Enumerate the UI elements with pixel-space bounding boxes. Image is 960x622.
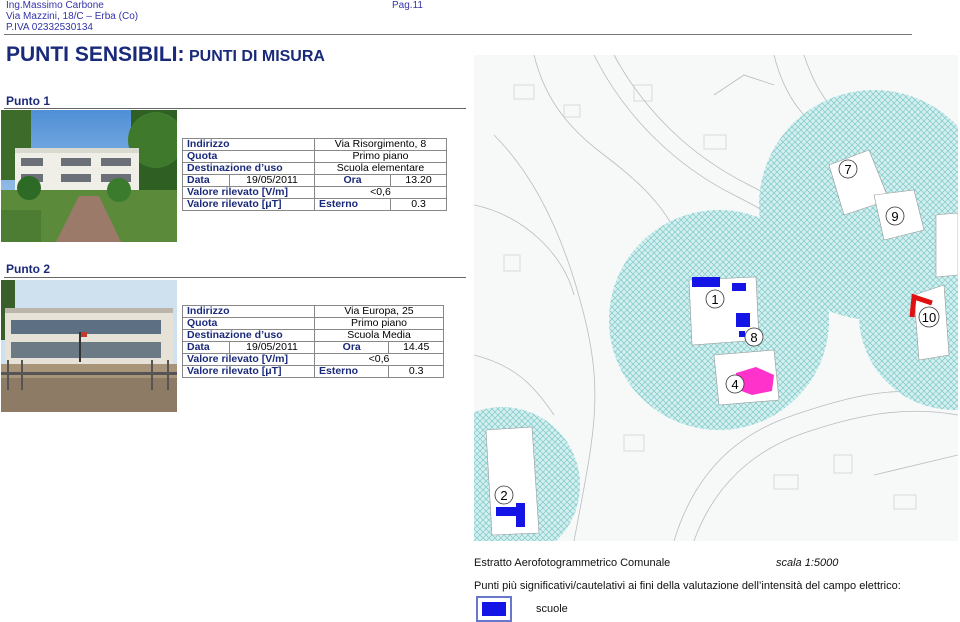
header-divider	[4, 34, 912, 35]
map-marker-4: 4	[731, 377, 738, 392]
map-extract: 7 9 1 8 10 4 2	[474, 55, 958, 541]
punto-2-table: Indirizzo Via Europa, 25 Quota Primo pia…	[182, 305, 444, 378]
destinazione-value: Scuola Media	[314, 329, 444, 342]
quota-value: Primo piano	[314, 317, 444, 330]
school-block	[692, 277, 720, 287]
page-title-sub: PUNTI DI MISURA	[188, 48, 325, 65]
school-block	[739, 331, 745, 337]
valore-ut-where: Esterno	[313, 198, 392, 211]
valore-ut-label: Valore rilevato [μT]	[182, 365, 315, 378]
map-marker-7: 7	[844, 162, 851, 177]
destinazione-label: Destinazione d’uso	[182, 162, 315, 175]
indirizzo-label: Indirizzo	[182, 305, 315, 318]
valore-vm-label: Valore rilevato [V/m]	[182, 353, 315, 366]
map-canvas: 7 9 1 8 10 4 2	[474, 55, 958, 541]
map-marker-8: 8	[750, 330, 757, 345]
punto-2-heading: Punto 2	[6, 262, 50, 276]
indirizzo-value: Via Risorgimento, 8	[314, 138, 447, 151]
map-source: Estratto Aerofotogrammetrico Comunale	[474, 557, 671, 569]
school-block	[736, 313, 750, 327]
page-title-main: PUNTI SENSIBILI:	[6, 43, 185, 66]
indirizzo-value: Via Europa, 25	[314, 305, 444, 318]
data-label: Data	[182, 341, 230, 354]
destinazione-value: Scuola elementare	[314, 162, 447, 175]
page-number: Pag.11	[392, 0, 423, 11]
map-marker-2: 2	[500, 488, 507, 503]
map-marker-1: 1	[711, 292, 718, 307]
valore-ut-value: 0.3	[388, 365, 444, 378]
punto-1-divider	[4, 108, 466, 109]
page-title: PUNTI SENSIBILI: PUNTI DI MISURA	[6, 43, 325, 67]
map-marker-9: 9	[891, 209, 898, 224]
punto-1-photo	[1, 110, 177, 242]
valore-vm-label: Valore rilevato [V/m]	[182, 186, 315, 199]
valore-ut-label: Valore rilevato [μT]	[182, 198, 315, 211]
map-note: Punti più significativi/cautelativi ai f…	[474, 580, 901, 592]
valore-vm-value: <0,6	[314, 186, 447, 199]
legend-swatch-fill	[482, 602, 506, 616]
ora-value: 13.20	[390, 174, 447, 187]
legend-label: scuole	[536, 603, 568, 615]
quota-label: Quota	[182, 317, 315, 330]
ora-value: 14.45	[388, 341, 444, 354]
data-value: 19/05/2011	[229, 341, 315, 354]
header-piva: P.IVA 02332530134	[6, 22, 93, 33]
punto-1-heading: Punto 1	[6, 94, 50, 108]
data-label: Data	[182, 174, 230, 187]
school-block	[732, 283, 746, 291]
legend-swatch	[476, 596, 512, 622]
punto-1-table: Indirizzo Via Risorgimento, 8 Quota Prim…	[182, 138, 447, 211]
ora-label: Ora	[313, 341, 390, 354]
map-marker-10: 10	[922, 310, 936, 325]
valore-ut-where: Esterno	[313, 365, 390, 378]
school-block	[516, 503, 525, 527]
quota-value: Primo piano	[314, 150, 447, 163]
valore-vm-value: <0,6	[314, 353, 444, 366]
valore-ut-value: 0.3	[390, 198, 447, 211]
punto-2-divider	[4, 277, 466, 278]
destinazione-label: Destinazione d’uso	[182, 329, 315, 342]
indirizzo-label: Indirizzo	[182, 138, 315, 151]
quota-label: Quota	[182, 150, 315, 163]
data-value: 19/05/2011	[229, 174, 315, 187]
map-scale: scala 1:5000	[776, 557, 839, 569]
ora-label: Ora	[313, 174, 392, 187]
punto-2-photo	[1, 280, 177, 412]
